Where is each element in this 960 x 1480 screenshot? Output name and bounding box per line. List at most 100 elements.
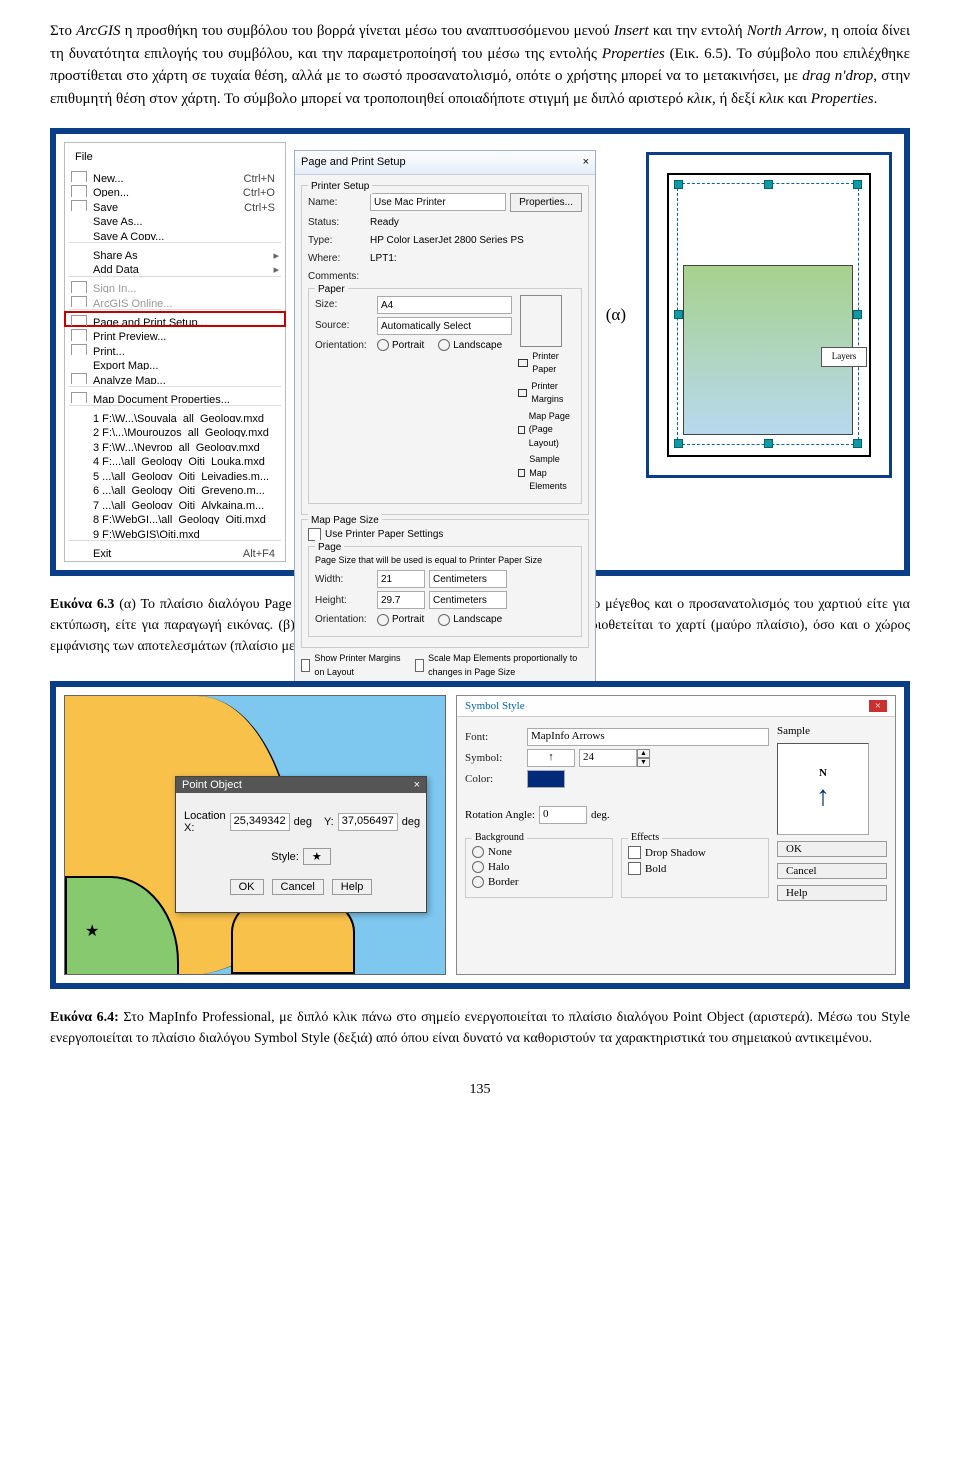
print-icon: [71, 344, 87, 356]
menu-item-recent-5[interactable]: 5 ...\all_Geology_Oiti_Leivadies.m...: [65, 466, 285, 481]
color-picker[interactable]: [527, 770, 565, 788]
label: Print...: [93, 344, 125, 353]
menu-item-recent-2[interactable]: 2 F:\...\Mourouzos_all_Geology.mxd: [65, 422, 285, 437]
width-unit-select[interactable]: Centimeters: [429, 570, 507, 588]
point-object-dialog: Point Object × Location X: 25,349342 deg…: [175, 776, 427, 913]
figure-6-4: ★ Point Object × Location X: 25,349342 d…: [50, 681, 910, 989]
radio-icon[interactable]: [472, 876, 484, 888]
type-value: HP Color LaserJet 2800 Series PS: [370, 233, 582, 248]
menu-item-recent-7[interactable]: 7 ...\all_Geology_Oiti_Alykaina.m...: [65, 495, 285, 510]
resize-handle-icon[interactable]: [764, 439, 773, 448]
checkbox-scale-prop[interactable]: [415, 659, 424, 672]
close-icon[interactable]: ×: [414, 779, 420, 791]
menu-item-savecopy[interactable]: Save A Copy...: [65, 226, 285, 241]
menu-item-page-print-setup[interactable]: Page and Print Setup...: [65, 312, 285, 327]
checkbox-show-margins[interactable]: [301, 659, 310, 672]
style-button[interactable]: ★: [303, 848, 331, 865]
font-label: Font:: [465, 731, 523, 743]
swatch-icon: [518, 426, 525, 434]
italic: κλικ: [759, 91, 784, 107]
font-select[interactable]: MapInfo Arrows: [527, 728, 769, 746]
checkbox-drop-shadow[interactable]: [628, 846, 641, 859]
spin-up-icon[interactable]: ▲: [637, 749, 650, 758]
menu-item-recent-9[interactable]: 9 F:\WebGIS\Oiti.mxd: [65, 524, 285, 539]
resize-handle-icon[interactable]: [764, 180, 773, 189]
status-value: Ready: [370, 215, 582, 230]
radio-portrait-2[interactable]: Portrait: [377, 612, 424, 627]
help-button[interactable]: Help: [777, 885, 887, 901]
menu-item-recent-3[interactable]: 3 F:\W...\Nevrop_all_Geology.mxd: [65, 437, 285, 452]
resize-handle-icon[interactable]: [853, 310, 862, 319]
menu-item-open[interactable]: Open...Ctrl+O: [65, 182, 285, 197]
menu-item-signin[interactable]: Sign In...: [65, 278, 285, 293]
menu-item-recent-6[interactable]: 6 ...\all_Geology_Oiti_Greveno.m...: [65, 480, 285, 495]
page-number: 135: [50, 1079, 910, 1100]
radio-icon[interactable]: [472, 846, 484, 858]
rotation-label: Rotation Angle:: [465, 809, 535, 821]
menu-item-new[interactable]: New...Ctrl+N: [65, 168, 285, 183]
italic: Properties: [811, 91, 874, 107]
radio-landscape[interactable]: Landscape: [438, 338, 502, 353]
menu-item-saveas[interactable]: Save As...: [65, 211, 285, 226]
label: Scale Map Elements proportionally to cha…: [428, 652, 589, 679]
style-label: Style:: [271, 851, 299, 863]
menu-item-recent-1[interactable]: 1 F:\W...\Souvala_all_Geology.mxd: [65, 408, 285, 423]
resize-handle-icon[interactable]: [853, 180, 862, 189]
point-symbol-icon[interactable]: ★: [85, 920, 99, 944]
north-n-label: N: [819, 767, 827, 779]
symbol-style-dialog: Symbol Style × Font:MapInfo Arrows Symbo…: [456, 695, 896, 975]
checkbox-bold[interactable]: [628, 862, 641, 875]
radio-landscape-2[interactable]: Landscape: [438, 612, 502, 627]
cancel-button[interactable]: Cancel: [272, 879, 324, 895]
printer-name-select[interactable]: Use Mac Printer: [370, 193, 506, 211]
close-icon[interactable]: ×: [583, 154, 589, 171]
close-icon[interactable]: ×: [869, 700, 887, 712]
mapinfo-map-view[interactable]: ★ Point Object × Location X: 25,349342 d…: [64, 695, 446, 975]
menu-header-file[interactable]: File: [65, 147, 285, 168]
menu-item-exit[interactable]: ExitAlt+F4: [65, 543, 285, 558]
cancel-button[interactable]: Cancel: [777, 863, 887, 879]
label: 9 F:\WebGIS\Oiti.mxd: [93, 527, 200, 536]
menu-item-save[interactable]: SaveCtrl+S: [65, 197, 285, 212]
layout-view[interactable]: Layers: [646, 152, 892, 478]
location-x-input[interactable]: 25,349342: [230, 813, 290, 831]
menu-item-analyze-map[interactable]: Analyze Map...: [65, 370, 285, 385]
width-input[interactable]: 21: [377, 570, 425, 588]
height-input[interactable]: 29.7: [377, 591, 425, 609]
symbol-size-value[interactable]: 24: [579, 749, 637, 767]
resize-handle-icon[interactable]: [674, 439, 683, 448]
properties-icon: [71, 392, 87, 404]
layers-label: Layers: [821, 347, 867, 367]
help-button[interactable]: Help: [332, 879, 373, 895]
menu-item-print[interactable]: Print...: [65, 341, 285, 356]
menu-item-recent-8[interactable]: 8 F:\WebGI...\all_Geology_Oiti.mxd: [65, 509, 285, 524]
rotation-input[interactable]: 0: [539, 806, 587, 824]
dialog-titlebar: Point Object ×: [176, 777, 426, 793]
printer-properties-button[interactable]: Properties...: [510, 193, 582, 212]
menu-item-export-map[interactable]: Export Map...: [65, 355, 285, 370]
menu-item-recent-4[interactable]: 4 F:...\all_Geology_Oiti_Louka.mxd: [65, 451, 285, 466]
radio-icon[interactable]: [472, 861, 484, 873]
ok-button[interactable]: OK: [777, 841, 887, 857]
paper-size-select[interactable]: A4: [377, 296, 512, 314]
resize-handle-icon[interactable]: [674, 310, 683, 319]
menu-item-adddata[interactable]: Add Data: [65, 259, 285, 274]
sample-label: Sample: [777, 725, 887, 737]
height-unit-select[interactable]: Centimeters: [429, 591, 507, 609]
menu-item-doc-properties[interactable]: Map Document Properties...: [65, 389, 285, 404]
menu-item-shareas[interactable]: Share As: [65, 245, 285, 260]
paper-source-select[interactable]: Automatically Select: [377, 317, 512, 335]
ok-button[interactable]: OK: [230, 879, 264, 895]
symbol-picker[interactable]: ↑: [527, 749, 575, 767]
menu-item-arcgis-online[interactable]: ArcGIS Online...: [65, 293, 285, 308]
resize-handle-icon[interactable]: [853, 439, 862, 448]
spin-down-icon[interactable]: ▼: [637, 758, 650, 767]
radio-bg-halo-label: Halo: [488, 861, 509, 873]
printer-setup-group: Name:Use Mac PrinterProperties... Status…: [301, 185, 589, 515]
resize-handle-icon[interactable]: [674, 180, 683, 189]
deg-label: deg: [294, 816, 312, 828]
symbol-size-spinner[interactable]: 24 ▲▼: [579, 749, 650, 767]
menu-item-print-preview[interactable]: Print Preview...: [65, 326, 285, 341]
radio-portrait[interactable]: Portrait: [377, 338, 424, 353]
location-y-input[interactable]: 37,056497: [338, 813, 398, 831]
